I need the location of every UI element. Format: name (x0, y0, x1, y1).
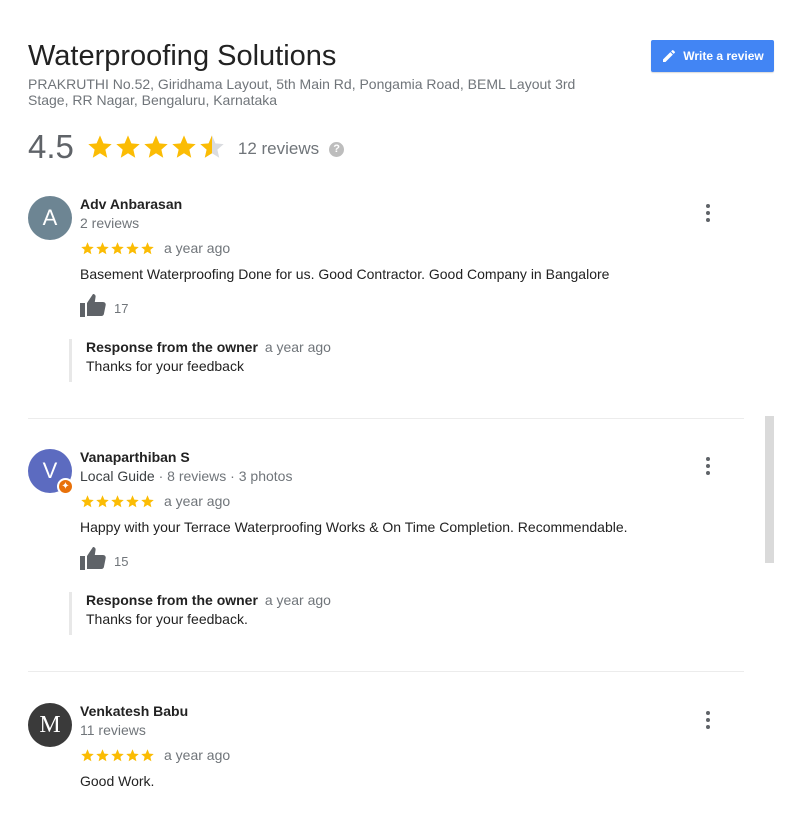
like-button[interactable]: 15 (80, 546, 128, 570)
star-icon (111, 494, 124, 507)
star-icon (81, 241, 94, 254)
star-icon (111, 748, 124, 761)
more-options-icon[interactable] (700, 455, 716, 477)
half-star-icon (200, 135, 224, 158)
review-text: Basement Waterproofing Done for us. Good… (80, 266, 610, 282)
star-icon (126, 494, 139, 507)
response-date: a year ago (264, 592, 331, 608)
reviewer-meta[interactable]: Local Guide · 8 reviews · 3 photos (80, 468, 292, 484)
like-count: 17 (114, 300, 129, 316)
like-count: 15 (114, 553, 129, 569)
reviewer-meta[interactable]: 2 reviews (80, 215, 139, 231)
avatar-initial: M (39, 711, 61, 738)
review-text: Happy with your Terrace Waterproofing Wo… (80, 519, 628, 535)
reviewer-meta[interactable]: 11 reviews (80, 722, 146, 738)
review-stars (80, 241, 155, 256)
star-icon (88, 135, 112, 158)
star-icon (116, 135, 140, 158)
response-label: Response from the owner (86, 339, 258, 355)
help-icon[interactable]: ? (329, 141, 345, 157)
review-item: V ✦ Vanaparthiban S Local Guide · 8 revi… (28, 449, 744, 649)
owner-response: Response from the owner a year ago Thank… (69, 339, 331, 382)
star-icon (81, 494, 94, 507)
scrollbar-thumb[interactable] (765, 416, 774, 563)
business-title: Waterproofing Solutions (28, 40, 337, 72)
review-date: a year ago (164, 747, 231, 763)
response-text: Thanks for your feedback (86, 358, 244, 374)
response-label: Response from the owner (86, 592, 258, 608)
rating-summary: 4.5 12 reviews ? (28, 127, 345, 167)
star-icon (126, 748, 139, 761)
local-guide-label: Local Guide (80, 468, 155, 484)
avatar-initial: A (42, 205, 58, 230)
local-guide-badge-icon: ✦ (57, 478, 74, 495)
star-icon (126, 241, 139, 254)
owner-response: Response from the owner a year ago Thank… (69, 592, 331, 635)
star-icon (96, 748, 109, 761)
star-icon (172, 135, 196, 158)
business-address: PRAKRUTHI No.52, Giridhama Layout, 5th M… (28, 76, 576, 108)
star-icon (96, 241, 109, 254)
reviewer-name[interactable]: Vanaparthiban S (80, 449, 190, 465)
review-stars (80, 494, 155, 509)
star-icon (81, 748, 94, 761)
response-date: a year ago (264, 339, 331, 355)
star-icon (96, 494, 109, 507)
review-item: M Venkatesh Babu 11 reviews a year ago G… (28, 703, 744, 803)
avatar[interactable]: M (28, 703, 72, 747)
review-stars (80, 748, 155, 763)
like-button[interactable]: 17 (80, 293, 128, 317)
review-date: a year ago (164, 493, 231, 509)
review-item: A Adv Anbarasan 2 reviews a year ago Bas… (28, 196, 744, 396)
star-icon (144, 135, 168, 158)
more-options-icon[interactable] (700, 202, 716, 224)
write-review-label: Write a review (683, 49, 764, 63)
divider (28, 671, 744, 672)
star-icon (141, 494, 154, 507)
avatar-initial: V (42, 458, 58, 483)
review-text: Good Work. (80, 773, 155, 789)
avatar[interactable]: V ✦ (28, 449, 74, 495)
star-icon (111, 241, 124, 254)
divider (28, 418, 744, 419)
star-icon (141, 748, 154, 761)
review-date: a year ago (164, 240, 231, 256)
more-options-icon[interactable] (700, 709, 716, 731)
reviewer-name[interactable]: Adv Anbarasan (80, 196, 182, 212)
thumbs-up-icon (80, 294, 106, 317)
response-text: Thanks for your feedback. (86, 611, 248, 627)
review-count-link[interactable]: 12 reviews (238, 139, 319, 159)
rating-value: 4.5 (28, 128, 74, 165)
reviewer-name[interactable]: Venkatesh Babu (80, 703, 188, 719)
write-review-button[interactable]: Write a review (651, 40, 774, 72)
reviewer-stats: · 8 reviews · 3 photos (154, 468, 293, 484)
thumbs-up-icon (80, 547, 106, 570)
star-icon (141, 241, 154, 254)
rating-stars (86, 133, 226, 161)
avatar[interactable]: A (28, 196, 72, 240)
pencil-icon (663, 49, 676, 62)
